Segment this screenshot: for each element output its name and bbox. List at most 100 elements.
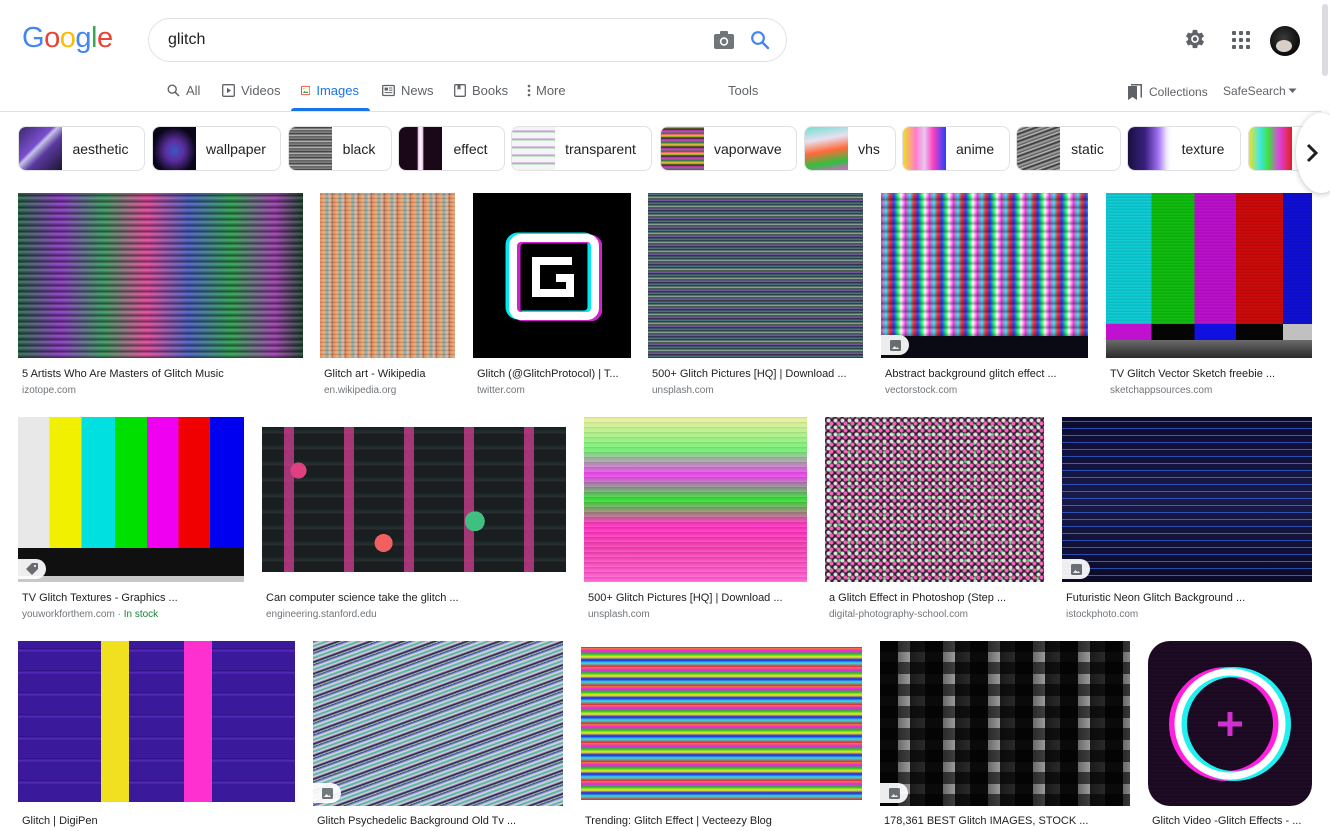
search-icon[interactable]: [750, 30, 770, 50]
result-source: twitter.com: [477, 385, 525, 396]
tab-news[interactable]: News: [382, 78, 434, 112]
collections-label: Collections: [1149, 85, 1208, 99]
chevron-right-icon: [1306, 143, 1319, 163]
chips-next-button[interactable]: [1296, 113, 1330, 193]
image-result[interactable]: Abstract background glitch effect ... ve…: [881, 193, 1088, 403]
result-title: 5 Artists Who Are Masters of Glitch Musi…: [22, 368, 224, 380]
result-thumbnail: [648, 193, 863, 358]
result-source: izotope.com: [22, 385, 76, 396]
chip-wallpaper[interactable]: wallpaper: [152, 126, 281, 171]
chip-texture[interactable]: texture: [1127, 126, 1241, 171]
image-result[interactable]: a Glitch Effect in Photoshop (Step ... d…: [825, 417, 1044, 627]
collections-button[interactable]: Collections: [1128, 84, 1208, 100]
chip-thumbnail: [1249, 127, 1292, 170]
result-title: Trending: Glitch Effect | Vecteezy Blog: [585, 815, 772, 827]
chip-anime[interactable]: anime: [902, 126, 1010, 171]
image-result[interactable]: Glitch (@GlitchProtocol) | T... twitter.…: [473, 193, 631, 403]
logo-letter: o: [44, 22, 60, 54]
chip-effect[interactable]: effect: [398, 126, 505, 171]
chip-label: aesthetic: [72, 140, 129, 157]
news-icon: [382, 84, 395, 97]
glitch-g-logo-icon: [505, 232, 602, 321]
result-thumbnail-overlay: [881, 193, 1088, 336]
result-title: 500+ Glitch Pictures [HQ] | Download ...: [652, 368, 847, 380]
apps-grid-icon[interactable]: [1232, 31, 1250, 49]
chip-thumbnail: [1128, 127, 1171, 170]
chip-thumbnail: [19, 127, 62, 170]
camera-icon[interactable]: [714, 31, 734, 49]
image-icon: [301, 85, 311, 96]
image-result[interactable]: Trending: Glitch Effect | Vecteezy Blog: [581, 641, 862, 831]
result-source: digital-photography-school.com: [829, 609, 968, 620]
tab-images[interactable]: Images: [291, 78, 370, 112]
image-result[interactable]: TV Glitch Vector Sketch freebie ... sket…: [1106, 193, 1312, 403]
image-result[interactable]: Glitch Video -Glitch Effects - ...: [1148, 641, 1312, 831]
result-thumbnail: [473, 193, 631, 358]
result-thumbnail: [1062, 417, 1312, 582]
result-title: Glitch (@GlitchProtocol) | T...: [477, 368, 619, 380]
chip-black[interactable]: black: [288, 126, 392, 171]
result-title: TV Glitch Textures - Graphics ...: [22, 592, 178, 604]
search-box: [148, 18, 787, 62]
image-result[interactable]: Futuristic Neon Glitch Background ... is…: [1062, 417, 1312, 627]
image-result[interactable]: Glitch art - Wikipedia en.wikipedia.org: [320, 193, 455, 403]
safesearch-dropdown[interactable]: SafeSearch: [1223, 84, 1297, 98]
image-result[interactable]: 500+ Glitch Pictures [HQ] | Download ...…: [648, 193, 863, 403]
chip-label: static: [1071, 140, 1104, 157]
image-result[interactable]: 5 Artists Who Are Masters of Glitch Musi…: [18, 193, 303, 403]
chip-aesthetic[interactable]: aesthetic: [18, 126, 145, 171]
tab-label: All: [186, 83, 201, 98]
image-result[interactable]: Glitch Psychedelic Background Old Tv ...: [313, 641, 563, 831]
result-thumbnail: [18, 641, 295, 802]
result-thumbnail: [262, 427, 566, 572]
search-input[interactable]: [168, 19, 688, 61]
result-title: Futuristic Neon Glitch Background ...: [1066, 592, 1246, 604]
image-result[interactable]: 178,361 BEST Glitch IMAGES, STOCK ...: [880, 641, 1130, 831]
chip-label: effect: [453, 140, 488, 157]
result-thumbnail: [825, 417, 1044, 582]
caret-down-icon: [1288, 88, 1297, 93]
chip-thumbnail: [153, 127, 196, 170]
chip-static[interactable]: static: [1016, 126, 1121, 171]
image-result[interactable]: Glitch | DigiPen: [18, 641, 295, 831]
logo-letter: G: [22, 22, 45, 54]
tab-more[interactable]: More: [527, 78, 566, 112]
image-badge: [313, 783, 341, 803]
result-thumbnail: [313, 641, 563, 806]
tab-books[interactable]: Books: [454, 78, 508, 112]
related-search-chips: aesthetic wallpaper black effect transpa…: [0, 126, 1321, 172]
image-result[interactable]: Can computer science take the glitch ...…: [262, 417, 566, 627]
avatar[interactable]: [1270, 26, 1300, 56]
result-thumbnail: [18, 193, 303, 358]
tab-videos[interactable]: Videos: [222, 78, 281, 112]
chip-label: texture: [1181, 140, 1225, 157]
chip-thumbnail: [805, 127, 848, 170]
gear-icon[interactable]: [1184, 28, 1206, 50]
result-title: Abstract background glitch effect ...: [885, 368, 1057, 380]
image-icon: [321, 787, 333, 799]
tab-all[interactable]: All: [167, 78, 200, 112]
chip-label: vaporwave: [714, 140, 782, 157]
result-title: Glitch | DigiPen: [22, 815, 98, 827]
google-logo[interactable]: Google: [22, 22, 113, 55]
glitch-ring-icon: [1169, 666, 1291, 781]
scrollbar-thumb[interactable]: [1322, 4, 1328, 76]
chip-label: anime: [956, 140, 995, 157]
chip-label: black: [342, 140, 376, 157]
image-result[interactable]: TV Glitch Textures - Graphics ... youwor…: [18, 417, 244, 627]
result-thumbnail-overlay: [880, 641, 1130, 806]
result-source: unsplash.com: [588, 609, 650, 620]
chip-label: transparent: [565, 140, 636, 157]
result-thumbnail: [1148, 641, 1312, 806]
chip-thumbnail: [399, 127, 442, 170]
tools-button[interactable]: Tools: [728, 83, 758, 98]
chip-vaporwave[interactable]: vaporwave: [660, 126, 797, 171]
result-source: youworkforthem.com · In stock: [22, 609, 159, 620]
chip-vhs[interactable]: vhs: [804, 126, 896, 171]
image-result[interactable]: 500+ Glitch Pictures [HQ] | Download ...…: [584, 417, 807, 627]
chip-transparent[interactable]: transparent: [511, 126, 652, 171]
chip-thumbnail: [289, 127, 332, 170]
result-title: Glitch art - Wikipedia: [324, 368, 426, 380]
chip-thumbnail: [903, 127, 946, 170]
result-source: istockphoto.com: [1066, 609, 1139, 620]
